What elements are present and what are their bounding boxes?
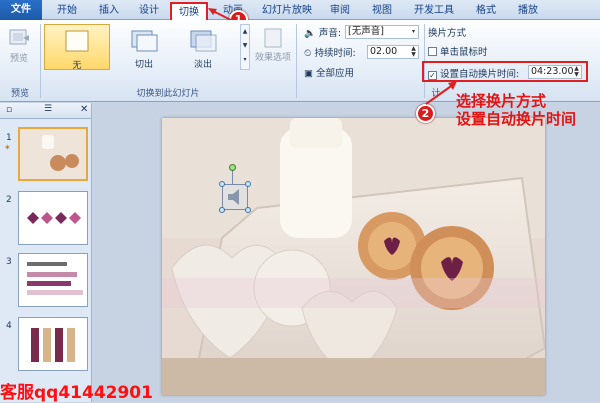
slides-panel: ▫ ☰ ✕ 1 ✶ 2 3 4 [0, 103, 92, 402]
sound-label: 声音: [318, 28, 342, 39]
sound-row: 🔈 声音: [304, 25, 341, 39]
rotate-handle[interactable] [229, 164, 236, 171]
slide-number: 4 [6, 321, 12, 331]
duration-value: 02.00 [370, 46, 398, 57]
resize-handle[interactable] [219, 181, 225, 187]
tab-playback[interactable]: 播放 [510, 2, 546, 20]
duration-label: 持续时间: [314, 48, 356, 59]
tab-view[interactable]: 视图 [364, 2, 400, 20]
audio-object[interactable] [222, 184, 248, 210]
watermark-text: 客服qq41442901 [0, 383, 153, 403]
effect-options-label: 效果选项 [254, 53, 291, 63]
tab-insert[interactable]: 插入 [92, 2, 126, 20]
slide-thumbnail-1[interactable] [18, 127, 88, 181]
after-time-input[interactable]: 04:23.00 ▲ ▼ [528, 65, 582, 79]
preview-button[interactable]: 预览 [4, 26, 34, 64]
tab-developer[interactable]: 开发工具 [408, 2, 460, 20]
apply-all-button[interactable]: ▣ 全部应用 [304, 65, 354, 79]
tab-slideshow[interactable]: 幻灯片放映 [258, 2, 316, 20]
callout-arrow-2 [425, 81, 457, 105]
ribbon: 预览 预览 无 切出 淡出 ▲ ▼ ▾ 效果选项 切换到此幻灯片 🔈 声音: [… [0, 20, 600, 102]
ribbon-tab-bar: 文件 开始 插入 设计 切换 动画 幻灯片放映 审阅 视图 开发工具 格式 播放 [0, 0, 600, 20]
transition-none-icon [65, 30, 89, 52]
slide-canvas [93, 103, 600, 402]
tab-home[interactable]: 开始 [50, 2, 84, 20]
transition-cut-button[interactable]: 切出 [120, 24, 168, 70]
sound-value: [无声音] [348, 26, 384, 37]
outline-tab-icon[interactable]: ☰ [44, 104, 52, 114]
slides-tab-icon[interactable]: ▫ [6, 105, 12, 115]
sound-icon: 🔈 [304, 28, 316, 39]
after-time-value: 04:23.00 [531, 66, 574, 77]
slide-4-preview [19, 318, 87, 370]
gallery-more-icon[interactable]: ▾ [241, 53, 249, 67]
gallery-up-icon[interactable]: ▲ [241, 25, 249, 39]
on-click-checkbox[interactable] [428, 47, 437, 56]
dropdown-arrow-icon[interactable]: ▾ [409, 26, 418, 38]
annotation-line-1: 选择换片方式 [456, 92, 547, 110]
resize-handle[interactable] [219, 207, 225, 213]
effect-options-button[interactable]: 效果选项 [254, 26, 292, 64]
slide-thumbnail-3[interactable] [18, 253, 88, 307]
slide-thumbnail-2[interactable] [18, 191, 88, 245]
advance-slide-title: 换片方式 [428, 28, 467, 39]
gallery-scroll[interactable]: ▲ ▼ ▾ [240, 24, 250, 70]
duration-input[interactable]: 02.00 ▲ ▼ [367, 45, 419, 59]
transition-fade-label: 淡出 [193, 60, 212, 70]
clock-icon: ⏲ [304, 48, 312, 59]
transition-none-button[interactable]: 无 [44, 24, 110, 71]
duration-spinner-icon[interactable]: ▲ ▼ [409, 46, 418, 58]
effect-options-icon [264, 28, 282, 48]
slide-thumbnail-4[interactable] [18, 317, 88, 371]
slide-2-preview [19, 192, 87, 244]
resize-handle[interactable] [245, 181, 251, 187]
slide[interactable] [162, 118, 545, 395]
transition-fade-icon [190, 30, 217, 52]
transitions-group-title: 切换到此幻灯片 [136, 89, 200, 99]
slide-number: 2 [6, 195, 12, 205]
annotation-line-2: 设置自动换片时间 [456, 110, 577, 128]
apply-all-label: 全部应用 [316, 68, 355, 79]
after-time-spinner-icon[interactable]: ▲ ▼ [572, 66, 581, 78]
slide-3-preview [19, 254, 87, 306]
slide-number: 3 [6, 257, 12, 267]
tab-file[interactable]: 文件 [0, 0, 42, 20]
transition-fade-button[interactable]: 淡出 [176, 24, 230, 70]
transition-cut-icon [131, 30, 158, 52]
transition-none-label: 无 [72, 61, 82, 71]
slide-number: 1 [6, 133, 12, 143]
close-panel-icon[interactable]: ✕ [80, 104, 88, 115]
slide-photo [162, 118, 545, 395]
preview-group-title: 预览 [10, 89, 29, 99]
sound-select[interactable]: [无声音] ▾ [345, 25, 419, 39]
preview-label: 预览 [9, 54, 28, 64]
slide-1-preview [20, 129, 86, 179]
transition-cut-label: 切出 [134, 60, 153, 70]
tab-review[interactable]: 审阅 [322, 2, 358, 20]
tab-transitions[interactable]: 切换 [170, 2, 208, 20]
resize-handle[interactable] [245, 207, 251, 213]
annotation-text: 选择换片方式 设置自动换片时间 [456, 92, 576, 128]
on-click-label: 单击鼠标时 [440, 47, 488, 58]
preview-icon [9, 29, 29, 45]
tab-format[interactable]: 格式 [468, 2, 504, 20]
apply-all-icon: ▣ [304, 68, 313, 79]
duration-row: ⏲ 持续时间: [304, 45, 356, 59]
on-click-option[interactable]: 单击鼠标时 [428, 44, 488, 58]
speaker-icon [228, 189, 239, 205]
panel-header: ▫ ☰ ✕ [0, 103, 91, 119]
gallery-down-icon[interactable]: ▼ [241, 39, 249, 53]
tab-design[interactable]: 设计 [132, 2, 166, 20]
transition-indicator-icon: ✶ [4, 143, 11, 152]
